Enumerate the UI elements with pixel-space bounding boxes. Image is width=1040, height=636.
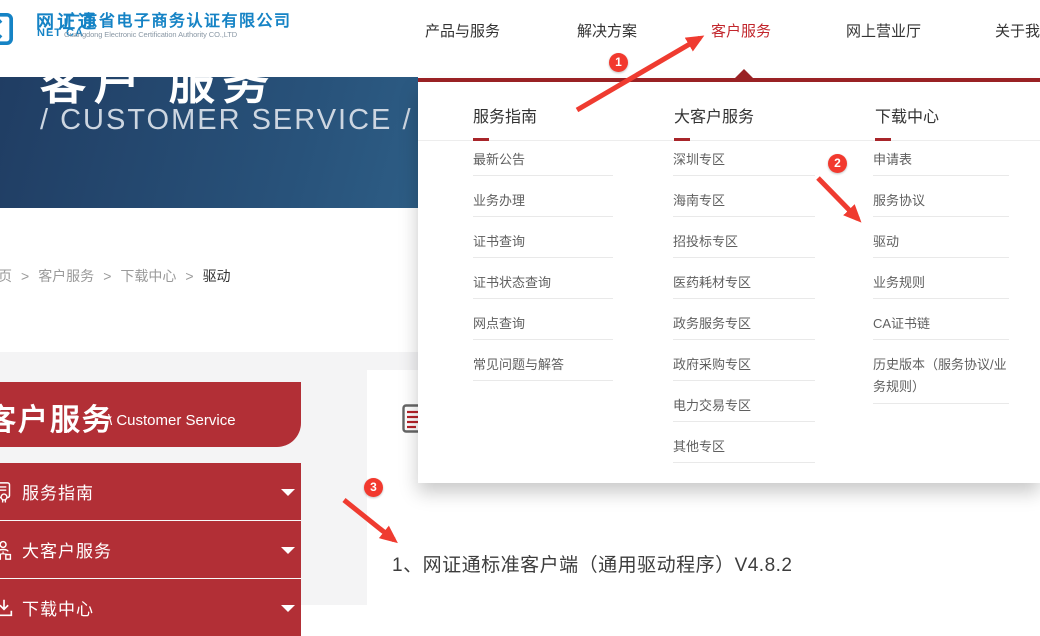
hero-subtitle: / CUSTOMER SERVICE / <box>40 104 413 137</box>
menu-item-bidding-zone[interactable]: 招投标专区 <box>673 231 815 258</box>
breadcrumb: 首页 > 客户服务 > 下载中心 > 驱动 <box>0 266 240 286</box>
menu-item-business-handling[interactable]: 业务办理 <box>473 190 613 217</box>
sidebar-item-label: 下载中心 <box>22 595 94 620</box>
nav-solutions[interactable]: 解决方案 <box>577 20 637 41</box>
nav-products[interactable]: 产品与服务 <box>425 20 500 41</box>
breadcrumb-customer-service[interactable]: 客户服务 <box>38 266 94 286</box>
menu-item-shenzhen-zone[interactable]: 深圳专区 <box>673 149 815 176</box>
breadcrumb-home[interactable]: 首页 <box>0 266 12 286</box>
mega-col-key-accounts-title[interactable]: 大客户服务 <box>674 103 754 127</box>
chevron-down-icon <box>281 605 295 612</box>
mega-col-underline <box>674 138 690 141</box>
annotation-step-2-badge: 2 <box>828 154 847 173</box>
mega-col-service-guide-title[interactable]: 服务指南 <box>473 103 537 127</box>
netca-logo-icon[interactable] <box>0 12 14 46</box>
mega-menu-header-divider <box>418 140 1040 141</box>
nav-about-us[interactable]: 关于我们 <box>995 20 1040 41</box>
certificate-icon <box>0 481 15 503</box>
menu-item-power-trading-zone[interactable]: 电力交易专区 <box>673 395 815 422</box>
nav-customer-service[interactable]: 客户服务 <box>711 20 771 41</box>
mega-col-underline <box>473 138 489 141</box>
menu-item-medical-zone[interactable]: 医药耗材专区 <box>673 272 815 299</box>
mega-col-underline <box>875 138 891 141</box>
menu-item-ca-cert-chain[interactable]: CA证书链 <box>873 313 1009 340</box>
chevron-down-icon <box>281 489 295 496</box>
sidebar-header: 客户服务 \ Customer Service <box>0 382 301 447</box>
mega-menu-top-border <box>418 78 1040 82</box>
organization-icon <box>0 539 15 561</box>
menu-item-faq[interactable]: 常见问题与解答 <box>473 354 613 381</box>
menu-item-history-versions[interactable]: 历史版本（服务协议/业务规则） <box>873 354 1009 404</box>
menu-item-other-zone[interactable]: 其他专区 <box>673 436 815 463</box>
nav-online-hall[interactable]: 网上营业厅 <box>846 20 921 41</box>
menu-item-cert-query[interactable]: 证书查询 <box>473 231 613 258</box>
breadcrumb-separator: > <box>185 268 193 284</box>
download-icon <box>0 597 15 619</box>
breadcrumb-download-center[interactable]: 下载中心 <box>120 266 176 286</box>
menu-item-driver[interactable]: 驱动 <box>873 231 1009 258</box>
mega-menu-pointer-icon <box>734 69 754 79</box>
site-header: 网证通 NET CA 广东省电子商务认证有限公司 Guangdong Elect… <box>0 0 1040 77</box>
sidebar-item-key-accounts[interactable]: 大客户服务 <box>0 521 301 578</box>
menu-item-latest-notices[interactable]: 最新公告 <box>473 149 613 176</box>
sidebar-title: 客户服务 <box>0 395 114 439</box>
breadcrumb-driver[interactable]: 驱动 <box>203 266 231 286</box>
company-name-cn: 广东省电子商务认证有限公司 <box>64 7 292 31</box>
chevron-down-icon <box>281 547 295 554</box>
menu-item-hainan-zone[interactable]: 海南专区 <box>673 190 815 217</box>
sidebar-item-label: 大客户服务 <box>22 537 112 562</box>
company-name-en: Guangdong Electronic Certification Autho… <box>64 30 237 39</box>
menu-item-branch-query[interactable]: 网点查询 <box>473 313 613 340</box>
download-item-driver-v482[interactable]: 1、网证通标准客户端（通用驱动程序）V4.8.2 <box>392 550 793 577</box>
annotation-step-3-badge: 3 <box>364 478 383 497</box>
menu-item-business-rules[interactable]: 业务规则 <box>873 272 1009 299</box>
menu-item-service-agreement[interactable]: 服务协议 <box>873 190 1009 217</box>
sidebar-item-label: 服务指南 <box>22 479 94 504</box>
menu-item-gov-procurement-zone[interactable]: 政府采购专区 <box>673 354 815 381</box>
menu-item-cert-status-query[interactable]: 证书状态查询 <box>473 272 613 299</box>
mega-col-download-center-title[interactable]: 下载中心 <box>875 103 939 127</box>
menu-item-application-form[interactable]: 申请表 <box>873 149 1009 176</box>
menu-item-gov-service-zone[interactable]: 政务服务专区 <box>673 313 815 340</box>
hero-banner: 客户 服务 / CUSTOMER SERVICE / <box>0 77 418 208</box>
breadcrumb-separator: > <box>21 268 29 284</box>
breadcrumb-separator: > <box>103 268 111 284</box>
sidebar-subtitle: \ Customer Service <box>108 412 236 429</box>
sidebar-item-download-center[interactable]: 下载中心 <box>0 579 301 636</box>
annotation-step-1-badge: 1 <box>609 53 628 72</box>
sidebar-item-service-guide[interactable]: 服务指南 <box>0 463 301 520</box>
